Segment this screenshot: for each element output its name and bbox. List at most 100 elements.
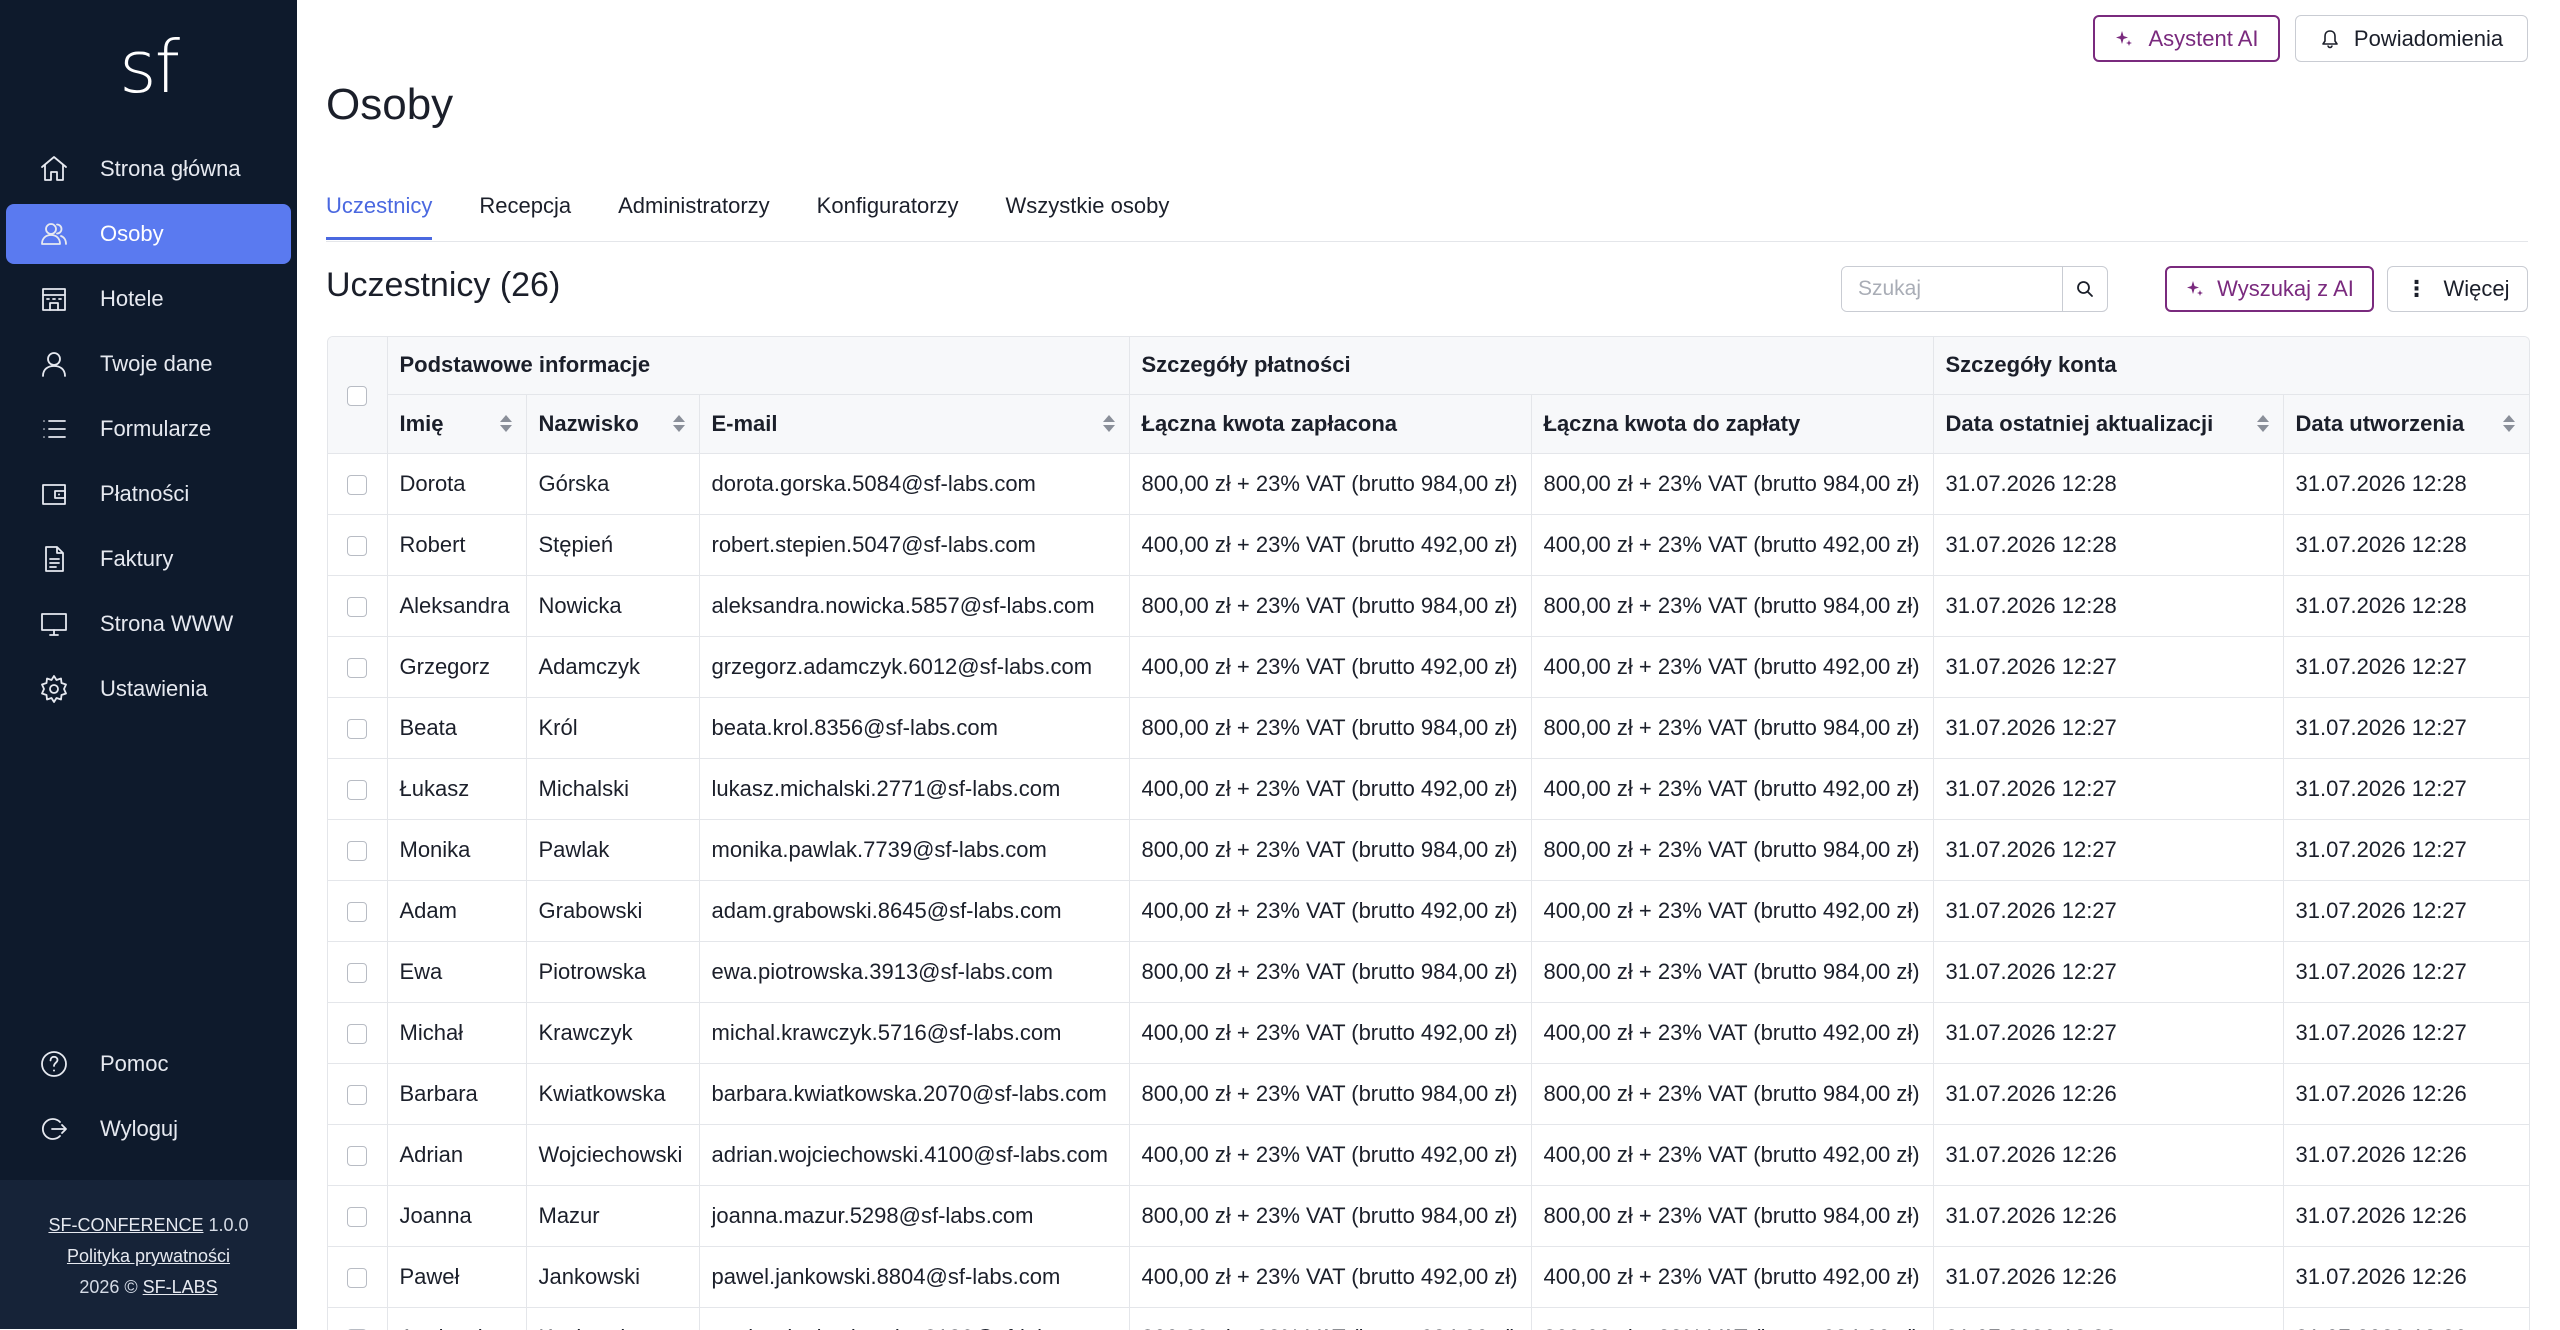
- table-row[interactable]: Michał Krawczyk michal.krawczyk.5716@sf-la…: [328, 1002, 2529, 1064]
- tab-uczestnicy[interactable]: Uczestnicy: [326, 185, 433, 241]
- row-checkbox[interactable]: [347, 1145, 368, 1166]
- cell-total-paid: 800,00 zł + 23% VAT (brutto 984,00 zł): [1129, 1307, 1532, 1330]
- table-column-header: Imię Nazwisko E-mail Łączna kwota zapłac…: [328, 394, 2529, 454]
- sidebar-item-płatności[interactable]: Płatności: [6, 464, 291, 524]
- cell-created: 31.07.2026 12:26: [2283, 1246, 2529, 1308]
- row-checkbox[interactable]: [347, 901, 368, 922]
- row-checkbox[interactable]: [347, 718, 368, 739]
- cell-total-paid: 800,00 zł + 23% VAT (brutto 984,00 zł): [1129, 819, 1532, 881]
- sidebar-item-wyloguj[interactable]: Wyloguj: [6, 1099, 291, 1159]
- sidebar-item-hotele[interactable]: Hotele: [6, 269, 291, 329]
- sort-icon[interactable]: [1102, 415, 1115, 432]
- table-row[interactable]: Robert Stępień robert.stepien.5047@sf-labs…: [328, 514, 2529, 576]
- monitor-icon: [41, 613, 67, 636]
- app-name-link[interactable]: SF-CONFERENCE: [48, 1215, 203, 1235]
- notifications-button[interactable]: Powiadomienia: [2295, 15, 2528, 62]
- sidebar-item-strona-www[interactable]: Strona WWW: [6, 594, 291, 654]
- column-email[interactable]: E-mail: [699, 394, 1130, 454]
- tab-administratorzy[interactable]: Administratorzy: [618, 185, 770, 241]
- more-button[interactable]: ⋮ Więcej: [2387, 266, 2528, 312]
- sidebar-item-formularze[interactable]: Formularze: [6, 399, 291, 459]
- table-row[interactable]: Łukasz Michalski lukasz.michalski.2771@sf-…: [328, 758, 2529, 820]
- cell-last-name: Krawczyk: [526, 1002, 700, 1064]
- cell-first-name: Paweł: [387, 1246, 527, 1308]
- cell-first-name: Agnieszka: [387, 1307, 527, 1330]
- row-checkbox[interactable]: [347, 1206, 368, 1227]
- column-first-name[interactable]: Imię: [387, 394, 527, 454]
- cell-email: agnieszka.kozlowska.2186@sf-labs.com: [699, 1307, 1130, 1330]
- sidebar-item-osoby[interactable]: Osoby: [6, 204, 291, 264]
- tab-wszystkie-osoby[interactable]: Wszystkie osoby: [1006, 185, 1170, 241]
- tab-bar: Uczestnicy Recepcja Administratorzy Konfigu…: [326, 185, 1216, 241]
- cell-last-name: Nowicka: [526, 575, 700, 637]
- table-row[interactable]: AgnieszkaKozłowskaagnieszka.kozlowska.21…: [328, 1307, 2529, 1330]
- sidebar-item-label: Formularze: [100, 416, 212, 441]
- group-account-details: Szczegóły konta: [1933, 337, 2529, 395]
- table-row[interactable]: Ewa Piotrowska ewa.piotrowska.3913@sf-labs…: [328, 941, 2529, 1003]
- sidebar-footer: SF-CONFERENCE 1.0.0 Polityka prywatności…: [0, 1180, 297, 1329]
- cell-last-name: Wojciechowski: [526, 1124, 700, 1186]
- row-checkbox[interactable]: [347, 1267, 368, 1288]
- sort-icon[interactable]: [499, 415, 512, 432]
- app-logo[interactable]: sf: [0, 22, 297, 112]
- participants-table: Podstawowe informacje Szczegóły płatnośc…: [327, 336, 2530, 1330]
- row-checkbox[interactable]: [347, 657, 368, 678]
- cell-last-updated: 31.07.2026 12:26: [1933, 1307, 2284, 1330]
- table-row[interactable]: Dorota Górska dorota.gorska.5084@sf-labs.c…: [328, 453, 2529, 515]
- select-all-checkbox[interactable]: [347, 385, 368, 406]
- cell-total-due: 400,00 zł + 23% VAT (brutto 492,00 zł): [1531, 1246, 1934, 1308]
- cell-created: 31.07.2026 12:26: [2283, 1063, 2529, 1125]
- search-input[interactable]: [1842, 267, 2062, 311]
- sidebar-item-label: Osoby: [100, 221, 164, 246]
- sidebar-item-label: Płatności: [100, 481, 190, 506]
- cell-last-name: Jankowski: [526, 1246, 700, 1308]
- column-last-updated[interactable]: Data ostatniej aktualizacji: [1933, 394, 2284, 454]
- sidebar-item-twoje-dane[interactable]: Twoje dane: [6, 334, 291, 394]
- table-row[interactable]: Adrian Wojciechowski adrian.wojciechowski.…: [328, 1124, 2529, 1186]
- table-row[interactable]: Paweł Jankowski pawel.jankowski.8804@sf-la…: [328, 1246, 2529, 1308]
- sidebar-item-ustawienia[interactable]: Ustawienia: [6, 659, 291, 719]
- table-row[interactable]: Adam Grabowski adam.grabowski.8645@sf-labs…: [328, 880, 2529, 942]
- search-button[interactable]: [2062, 267, 2107, 311]
- table-row[interactable]: Aleksandra Nowicka aleksandra.nowicka.5857…: [328, 575, 2529, 637]
- sort-icon[interactable]: [2256, 415, 2269, 432]
- row-checkbox[interactable]: [347, 962, 368, 983]
- ai-assistant-button[interactable]: Asystent AI: [2093, 15, 2280, 62]
- sidebar-bottom-nav: Pomoc Wyloguj: [6, 1034, 291, 1164]
- cell-first-name: Aleksandra: [387, 575, 527, 637]
- cell-first-name: Łukasz: [387, 758, 527, 820]
- row-checkbox[interactable]: [347, 1023, 368, 1044]
- cell-first-name: Adrian: [387, 1124, 527, 1186]
- cell-created: 31.07.2026 12:27: [2283, 1002, 2529, 1064]
- row-checkbox[interactable]: [347, 474, 368, 495]
- table-row[interactable]: Joanna Mazur joanna.mazur.5298@sf-labs.com…: [328, 1185, 2529, 1247]
- sort-icon[interactable]: [2503, 415, 2515, 432]
- cell-last-updated: 31.07.2026 12:26: [1933, 1063, 2284, 1125]
- row-checkbox[interactable]: [347, 535, 368, 556]
- company-link[interactable]: SF-LABS: [143, 1277, 218, 1297]
- sort-icon[interactable]: [672, 415, 685, 432]
- table-row[interactable]: Barbara Kwiatkowska barbara.kwiatkowska.20…: [328, 1063, 2529, 1125]
- cell-total-due: 400,00 zł + 23% VAT (brutto 492,00 zł): [1531, 636, 1934, 698]
- column-created[interactable]: Data utworzenia: [2283, 394, 2529, 454]
- cell-email: grzegorz.adamczyk.6012@sf-labs.com: [699, 636, 1130, 698]
- sidebar-item-faktury[interactable]: Faktury: [6, 529, 291, 589]
- row-checkbox[interactable]: [347, 779, 368, 800]
- ai-search-button[interactable]: Wyszukaj z AI: [2165, 266, 2374, 312]
- sidebar-item-pomoc[interactable]: Pomoc: [6, 1034, 291, 1094]
- tab-recepcja[interactable]: Recepcja: [479, 185, 571, 241]
- row-checkbox[interactable]: [347, 596, 368, 617]
- table-row[interactable]: Grzegorz Adamczyk grzegorz.adamczyk.6012@s…: [328, 636, 2529, 698]
- sidebar-item-strona-główna[interactable]: Strona główna: [6, 139, 291, 199]
- table-row[interactable]: Beata Król beata.krol.8356@sf-labs.com 800,…: [328, 697, 2529, 759]
- document-icon: [45, 546, 64, 572]
- tab-konfiguratorzy[interactable]: Konfiguratorzy: [817, 185, 959, 241]
- cell-total-due: 800,00 zł + 23% VAT (brutto 984,00 zł): [1531, 819, 1934, 881]
- column-last-name[interactable]: Nazwisko: [526, 394, 700, 454]
- privacy-policy-link[interactable]: Polityka prywatności: [67, 1246, 230, 1266]
- cell-last-name: Adamczyk: [526, 636, 700, 698]
- row-checkbox[interactable]: [347, 1084, 368, 1105]
- row-select-cell: [328, 514, 388, 576]
- table-row[interactable]: Monika Pawlak monika.pawlak.7739@sf-labs.c…: [328, 819, 2529, 881]
- row-checkbox[interactable]: [347, 840, 368, 861]
